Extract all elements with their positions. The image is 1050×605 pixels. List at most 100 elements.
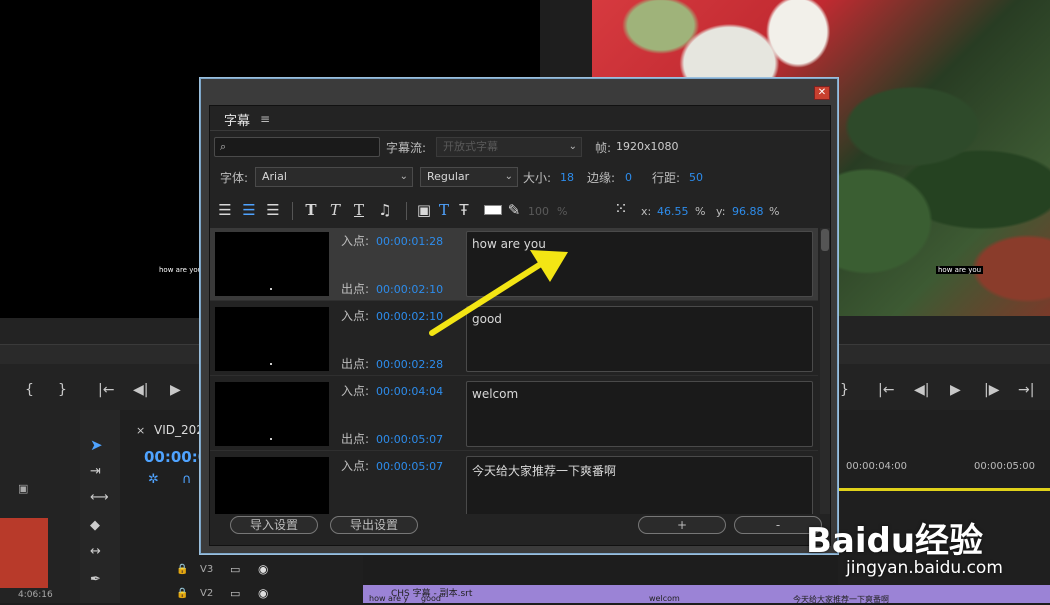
play-icon-2[interactable]: ▶ bbox=[950, 382, 961, 398]
linked-selection-icon[interactable]: ∩ bbox=[182, 472, 192, 487]
sync-icon-v2[interactable]: ▭ bbox=[230, 587, 240, 600]
go-to-out-icon[interactable]: →| bbox=[1018, 382, 1034, 398]
close-icon[interactable]: ✕ bbox=[814, 86, 830, 100]
frame-label: 帧: bbox=[595, 141, 612, 155]
caption-thumbnail bbox=[215, 307, 329, 371]
stream-label: 字幕流: bbox=[386, 141, 427, 155]
eye-icon-v3[interactable]: ◉ bbox=[258, 562, 268, 576]
lock-icon-v2[interactable]: 🔒 bbox=[176, 588, 188, 599]
go-to-in-icon[interactable]: |← bbox=[98, 382, 114, 398]
panel-menu-icon[interactable]: ≡ bbox=[260, 112, 270, 126]
caption-row[interactable]: 入点: 00:00:02:10 出点: 00:00:02:28 good bbox=[210, 303, 818, 376]
align-left-icon[interactable]: ☰ bbox=[216, 201, 234, 219]
scrollbar[interactable] bbox=[820, 228, 830, 514]
eye-icon-v2[interactable]: ◉ bbox=[258, 586, 268, 600]
add-caption-button[interactable]: + bbox=[638, 516, 726, 534]
sequence-timecode[interactable]: 00:00:0 bbox=[144, 448, 208, 466]
out-time[interactable]: 00:00:05:07 bbox=[376, 433, 443, 446]
background-box-icon[interactable]: ▣ bbox=[416, 201, 432, 219]
style-select[interactable]: Regular ⌄ bbox=[420, 167, 518, 187]
edge-label: 边缘: bbox=[587, 171, 616, 185]
font-select[interactable]: Arial ⌄ bbox=[255, 167, 413, 187]
folder-icon[interactable]: ▣ bbox=[18, 482, 28, 495]
in-label: 入点: bbox=[341, 234, 370, 248]
stream-select: 开放式字幕 ⌄ bbox=[436, 137, 582, 157]
text-outline-icon[interactable]: Ŧ bbox=[456, 201, 472, 219]
toolbar-divider bbox=[292, 202, 293, 220]
out-label: 出点: bbox=[341, 432, 370, 446]
in-label: 入点: bbox=[341, 384, 370, 398]
edge-value[interactable]: 0 bbox=[625, 171, 632, 184]
spacing-value[interactable]: 50 bbox=[689, 171, 703, 184]
search-input[interactable]: ⌕ bbox=[214, 137, 380, 157]
track-v3-label: V3 bbox=[200, 564, 214, 575]
caption-text[interactable]: good bbox=[466, 306, 813, 372]
go-to-in-icon-2[interactable]: |← bbox=[878, 382, 894, 398]
lock-icon-v3[interactable]: 🔒 bbox=[176, 564, 188, 575]
caption-text[interactable]: welcom bbox=[466, 381, 813, 447]
source-controls-bar bbox=[0, 318, 200, 344]
export-settings-button[interactable]: 导出设置 bbox=[330, 516, 418, 534]
pen-icon[interactable]: ✒ bbox=[90, 572, 101, 587]
music-note-icon[interactable]: ♫ bbox=[376, 201, 394, 219]
play-icon[interactable]: ▶ bbox=[170, 382, 181, 398]
in-time[interactable]: 00:00:05:07 bbox=[376, 460, 443, 473]
caption-text[interactable]: how are you bbox=[466, 231, 813, 297]
close-sequence-icon[interactable]: × bbox=[136, 424, 145, 437]
source-transport: { } |← ◀| ▶ bbox=[0, 364, 200, 410]
in-time[interactable]: 00:00:02:10 bbox=[376, 310, 443, 323]
position-grid-icon[interactable]: ⁙ bbox=[610, 199, 632, 218]
program-controls-bar bbox=[838, 316, 1050, 344]
step-back-icon-2[interactable]: ◀| bbox=[914, 382, 929, 398]
y-value[interactable]: 96.88 bbox=[732, 205, 764, 218]
track-select-icon[interactable]: ⇥ bbox=[90, 464, 101, 479]
italic-icon[interactable]: T bbox=[326, 201, 344, 219]
caption-row[interactable]: 入点: 00:00:04:04 出点: 00:00:05:07 welcom bbox=[210, 378, 818, 451]
source-ruler[interactable] bbox=[0, 344, 200, 364]
caption-clip[interactable]: 今天给大家推荐一下爽番啊 bbox=[793, 594, 889, 605]
step-forward-icon[interactable]: |▶ bbox=[984, 382, 999, 398]
text-color-icon[interactable]: T bbox=[436, 201, 452, 219]
caption-thumbnail bbox=[215, 232, 329, 296]
size-label: 大小: bbox=[523, 171, 552, 185]
watermark-url: jingyan.baidu.com bbox=[846, 558, 1003, 578]
slip-icon[interactable]: ↔ bbox=[90, 544, 101, 559]
bold-icon[interactable]: T bbox=[302, 201, 320, 219]
project-clip-thumbnail[interactable] bbox=[0, 518, 48, 588]
scrollbar-thumb[interactable] bbox=[821, 229, 829, 251]
out-time[interactable]: 00:00:02:28 bbox=[376, 358, 443, 371]
program-ruler[interactable] bbox=[838, 344, 1050, 364]
mark-out-icon[interactable]: } bbox=[58, 382, 67, 398]
align-center-icon[interactable]: ☰ bbox=[240, 201, 258, 219]
in-time[interactable]: 00:00:04:04 bbox=[376, 385, 443, 398]
caption-clip[interactable]: good bbox=[421, 594, 441, 603]
in-time[interactable]: 00:00:01:28 bbox=[376, 235, 443, 248]
sync-icon-v3[interactable]: ▭ bbox=[230, 563, 240, 576]
mark-in-icon[interactable]: { bbox=[25, 382, 34, 398]
caption-text[interactable]: 今天给大家推荐一下爽番啊 bbox=[466, 456, 813, 514]
import-settings-button[interactable]: 导入设置 bbox=[230, 516, 318, 534]
eyedropper-icon[interactable]: ✎ bbox=[506, 201, 522, 219]
panel-title[interactable]: 字幕 bbox=[224, 110, 250, 129]
x-value[interactable]: 46.55 bbox=[657, 205, 689, 218]
step-back-icon[interactable]: ◀| bbox=[133, 382, 148, 398]
align-right-icon[interactable]: ☰ bbox=[264, 201, 282, 219]
mark-out-icon-2[interactable]: } bbox=[840, 382, 849, 398]
snap-icon[interactable]: ✲ bbox=[148, 472, 159, 487]
font-label: 字体: bbox=[220, 171, 249, 185]
underline-icon[interactable]: T bbox=[350, 201, 368, 219]
caption-clip[interactable]: how are y bbox=[369, 594, 408, 603]
ripple-edit-icon[interactable]: ⟷ bbox=[90, 490, 109, 505]
caption-row[interactable]: 入点: 00:00:05:07 今天给大家推荐一下爽番啊 bbox=[210, 453, 818, 514]
caption-track[interactable]: CHS 字幕 - 副本.srt how are y good welcom 今天… bbox=[363, 585, 1050, 605]
selection-tool-icon[interactable]: ➤ bbox=[90, 436, 103, 454]
time-label-5s: 00:00:05:00 bbox=[974, 461, 1036, 472]
out-time[interactable]: 00:00:02:10 bbox=[376, 283, 443, 296]
color-swatch[interactable] bbox=[484, 205, 502, 215]
track-v2-label: V2 bbox=[200, 588, 214, 599]
caption-clip[interactable]: welcom bbox=[649, 594, 680, 603]
size-value[interactable]: 18 bbox=[560, 171, 574, 184]
work-area-bar[interactable] bbox=[838, 488, 1050, 491]
razor-icon[interactable]: ◆ bbox=[90, 518, 100, 533]
caption-row[interactable]: 入点: 00:00:01:28 出点: 00:00:02:10 how are … bbox=[210, 228, 818, 301]
